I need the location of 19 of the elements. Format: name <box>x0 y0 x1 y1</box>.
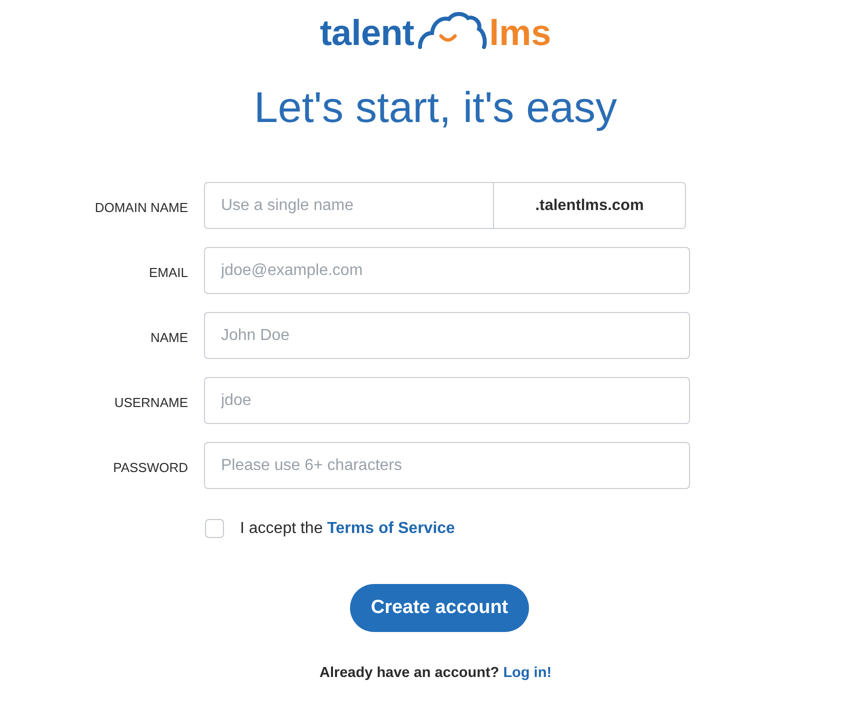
logo-text: lms <box>489 13 552 53</box>
password-field[interactable]: Please use 6+ characters <box>204 442 690 489</box>
field-label: USERNAME <box>113 394 188 410</box>
login-prompt: Already have an account? Log in! <box>319 665 552 681</box>
domain-input-field[interactable]: Use a single name <box>204 182 494 229</box>
terms-text: I accept the Terms of Service <box>240 520 455 538</box>
smiling-cloud-icon <box>417 11 488 49</box>
field-label: PASSWORD <box>112 458 188 474</box>
input-field[interactable]: John Doe <box>204 312 690 359</box>
field-label: NAME <box>149 328 188 344</box>
page-heading: Let's start, it's easy <box>254 83 617 134</box>
domain-suffix: .talentlms.com <box>494 182 686 229</box>
login-link[interactable]: Log in! <box>503 665 552 681</box>
field-label: EMAIL <box>148 264 188 280</box>
create-account-button[interactable]: Create account <box>350 584 529 632</box>
terms-checkbox[interactable] <box>205 519 224 538</box>
field-label: DOMAIN NAME <box>94 198 188 214</box>
terms-link[interactable]: Terms of Service <box>327 520 455 536</box>
logo-text: talent <box>320 13 414 53</box>
